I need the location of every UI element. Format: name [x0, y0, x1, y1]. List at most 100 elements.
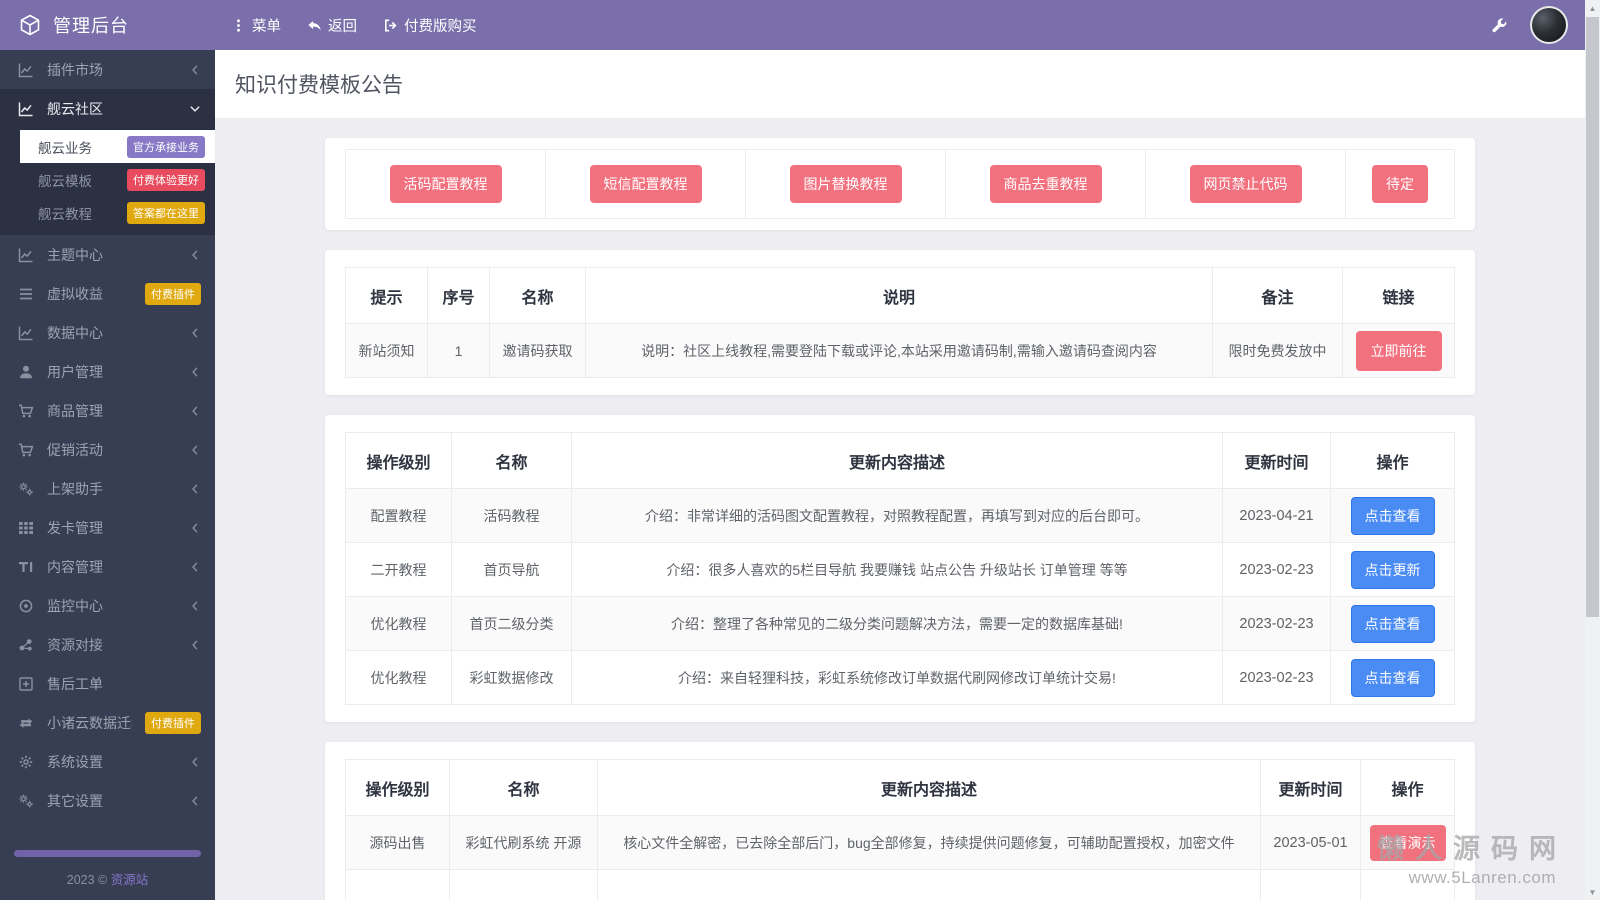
tbd-button[interactable]: 待定: [1372, 165, 1428, 203]
notice-card: 提示 序号 名称 说明 备注 链接 新站须知 1 邀请码获取 说明：社区上线教程…: [325, 250, 1475, 395]
brand: 管理后台: [0, 12, 215, 38]
sidebar-item-xiaozhuyun-migration[interactable]: 小诸云数据迁移 付费插件: [0, 703, 215, 742]
view-demo-button[interactable]: 查看演示: [1370, 825, 1446, 861]
image-replace-tutorial-button[interactable]: 图片替换教程: [790, 165, 902, 203]
scrollbar-up-arrow[interactable]: ▲: [1585, 0, 1600, 16]
cart-icon: [18, 403, 34, 419]
user-icon: [18, 364, 34, 380]
avatar[interactable]: [1530, 6, 1568, 44]
chevron-left-icon: [189, 249, 201, 261]
text-icon: [18, 559, 34, 575]
grid-icon: [18, 520, 34, 536]
table-row: [346, 870, 1455, 900]
quick-links-row: 活码配置教程 短信配置教程 图片替换教程 商品去重教程 网页禁止代码 待定: [345, 149, 1455, 219]
sidebar-item-promotions[interactable]: 促销活动: [0, 430, 215, 469]
page-header: 知识付费模板公告: [215, 50, 1585, 118]
table-row: 优化教程 首页二级分类 介绍：整理了各种常见的二级分类问题解决方法，需要一定的数…: [346, 597, 1455, 651]
sign-out-icon: [383, 18, 398, 33]
update-button[interactable]: 点击更新: [1351, 551, 1435, 589]
sidebar-item-theme-center[interactable]: 主题中心: [0, 235, 215, 274]
chevron-left-icon: [189, 600, 201, 612]
chevron-left-icon: [189, 522, 201, 534]
dedup-tutorial-button[interactable]: 商品去重教程: [990, 165, 1102, 203]
sidebar-item-other-settings[interactable]: 其它设置: [0, 781, 215, 820]
sidebar-item-virtual-income[interactable]: 虚拟收益 付费插件: [0, 274, 215, 313]
livecode-tutorial-button[interactable]: 活码配置教程: [390, 165, 502, 203]
scrollbar-down-arrow[interactable]: ▼: [1585, 884, 1600, 900]
source-sale-table: 操作级别 名称 更新内容描述 更新时间 操作 源码出售 彩虹代刷系统 开源 核心…: [345, 759, 1455, 900]
sidebar-item-product-management[interactable]: 商品管理: [0, 391, 215, 430]
topbar: 管理后台 菜单 返回 付费版购买: [0, 0, 1600, 50]
chevron-left-icon: [189, 483, 201, 495]
badge-answers-here: 答案都在这里: [127, 202, 205, 224]
table-row: 二开教程 首页导航 介绍：很多人喜欢的5栏目导航 我要赚钱 站点公告 升级站长 …: [346, 543, 1455, 597]
badge-paid-better: 付费体验更好: [127, 169, 205, 191]
content: 活码配置教程 短信配置教程 图片替换教程 商品去重教程 网页禁止代码 待定 提示…: [215, 118, 1585, 900]
notice-table: 提示 序号 名称 说明 备注 链接 新站须知 1 邀请码获取 说明：社区上线教程…: [345, 267, 1455, 378]
wrench-icon[interactable]: [1491, 17, 1508, 34]
sidebar-item-listing-assistant[interactable]: 上架助手: [0, 469, 215, 508]
chevron-left-icon: [189, 444, 201, 456]
chevron-left-icon: [189, 366, 201, 378]
updates-card: 操作级别 名称 更新内容描述 更新时间 操作 配置教程 活码教程 介绍：非常详细…: [325, 415, 1475, 722]
site-link[interactable]: 资源站: [111, 873, 149, 887]
table-row: 源码出售 彩虹代刷系统 开源 核心文件全解密，已去除全部后门，bug全部修复，持…: [346, 816, 1455, 870]
chevron-left-icon: [189, 327, 201, 339]
list-icon: [18, 286, 34, 302]
topbar-right: [1491, 6, 1600, 44]
sidebar-item-jianyun-community[interactable]: 舰云社区: [0, 89, 215, 128]
scrollbar[interactable]: ▲ ▼: [1585, 0, 1600, 900]
sidebar-item-monitoring-center[interactable]: 监控中心: [0, 586, 215, 625]
main-area: 知识付费模板公告 活码配置教程 短信配置教程 图片替换教程 商品去重教程 网页禁…: [215, 50, 1585, 900]
page-title: 知识付费模板公告: [235, 69, 403, 99]
sidebar-subitem-jianyun-template[interactable]: 舰云模板 付费体验更好: [20, 163, 215, 196]
chevron-left-icon: [189, 639, 201, 651]
reply-arrow-icon: [307, 18, 322, 33]
table-header-row: 提示 序号 名称 说明 备注 链接: [346, 268, 1455, 324]
chevron-left-icon: [189, 795, 201, 807]
sidebar-item-resource-docking[interactable]: 资源对接: [0, 625, 215, 664]
cube-logo-icon: [18, 13, 42, 37]
sidebar-item-card-management[interactable]: 发卡管理: [0, 508, 215, 547]
buy-paid-version-button[interactable]: 付费版购买: [383, 15, 477, 36]
sidebar-item-data-center[interactable]: 数据中心: [0, 313, 215, 352]
table-row: 配置教程 活码教程 介绍：非常详细的活码图文配置教程，对照教程配置，再填写到对应…: [346, 489, 1455, 543]
sidebar-item-plugin-market[interactable]: 插件市场: [0, 50, 215, 89]
sidebar-subitem-jianyun-business[interactable]: 舰云业务 官方承接业务: [20, 130, 215, 163]
sidebar-item-content-management[interactable]: 内容管理: [0, 547, 215, 586]
view-button[interactable]: 点击查看: [1351, 605, 1435, 643]
topbar-menu: 菜单 返回 付费版购买: [215, 15, 477, 36]
chevron-left-icon: [189, 561, 201, 573]
sidebar-subitem-jianyun-tutorial[interactable]: 舰云教程 答案都在这里: [20, 196, 215, 229]
chevron-left-icon: [189, 405, 201, 417]
sidebar-item-user-management[interactable]: 用户管理: [0, 352, 215, 391]
gear-icon: [18, 754, 34, 770]
sidebar-footer: 2023 © 资源站: [0, 850, 215, 888]
chart-line-icon: [18, 325, 34, 341]
chart-line-icon: [18, 101, 34, 117]
sidebar-submenu: 舰云业务 官方承接业务 舰云模板 付费体验更好 舰云教程 答案都在这里: [0, 128, 215, 235]
forbid-code-button[interactable]: 网页禁止代码: [1190, 165, 1302, 203]
table-header-row: 操作级别 名称 更新内容描述 更新时间 操作: [346, 760, 1455, 816]
app-title: 管理后台: [53, 12, 129, 38]
table-header-row: 操作级别 名称 更新内容描述 更新时间 操作: [346, 433, 1455, 489]
cogs-icon: [18, 481, 34, 497]
sms-tutorial-button[interactable]: 短信配置教程: [590, 165, 702, 203]
sidebar-item-aftersales-tickets[interactable]: 售后工单: [0, 664, 215, 703]
target-icon: [18, 598, 34, 614]
updates-table: 操作级别 名称 更新内容描述 更新时间 操作 配置教程 活码教程 介绍：非常详细…: [345, 432, 1455, 705]
table-row: 新站须知 1 邀请码获取 说明：社区上线教程,需要登陆下载或评论,本站采用邀请码…: [346, 324, 1455, 378]
view-button[interactable]: 点击查看: [1351, 497, 1435, 535]
chart-line-icon: [18, 62, 34, 78]
scrollbar-thumb[interactable]: [1586, 17, 1599, 617]
sidebar-item-system-settings[interactable]: 系统设置: [0, 742, 215, 781]
badge-official: 官方承接业务: [127, 136, 205, 158]
view-button[interactable]: 点击查看: [1351, 659, 1435, 697]
back-button[interactable]: 返回: [307, 15, 357, 36]
nodes-icon: [18, 637, 34, 653]
chart-line-icon: [18, 247, 34, 263]
plus-square-icon: [18, 676, 34, 692]
go-now-button[interactable]: 立即前往: [1356, 331, 1442, 371]
sidebar-progress-bar: [14, 850, 201, 857]
menu-toggle-button[interactable]: 菜单: [231, 15, 281, 36]
